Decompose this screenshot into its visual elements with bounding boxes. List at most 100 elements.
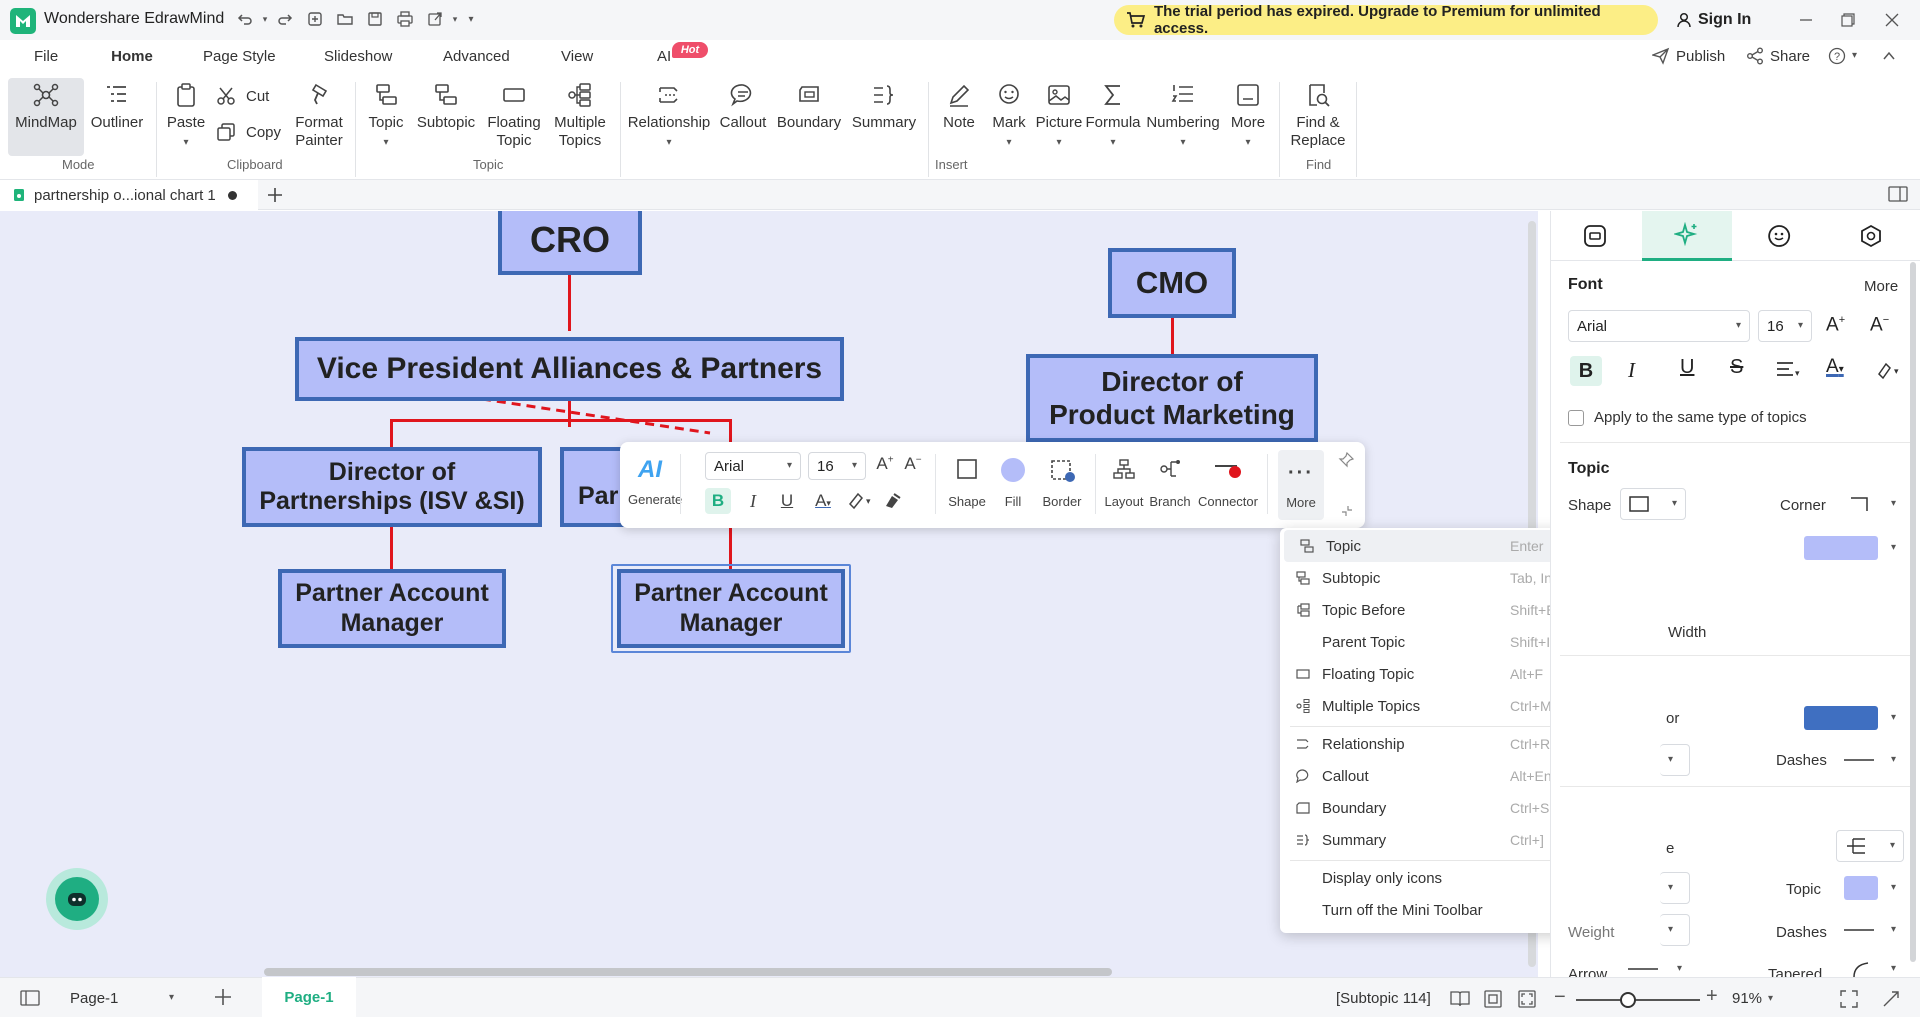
subtopic-button[interactable]: Subtopic: [412, 80, 480, 132]
select-partial[interactable]: ▾: [1660, 872, 1690, 904]
copy-button[interactable]: Copy: [216, 122, 281, 142]
collapse-toolbar-icon[interactable]: [1340, 504, 1354, 518]
font-more-link[interactable]: More: [1864, 278, 1898, 295]
open-folder-icon[interactable]: [334, 8, 356, 30]
corner-select[interactable]: ▾: [1842, 488, 1904, 520]
outliner-mode-button[interactable]: Outliner: [86, 80, 148, 132]
pin-icon[interactable]: [1338, 452, 1354, 468]
menu-view[interactable]: View: [561, 44, 593, 68]
boundary-button[interactable]: Boundary: [772, 80, 846, 132]
layout-button[interactable]: Layout: [1102, 458, 1146, 509]
horizontal-scrollbar[interactable]: [264, 968, 1112, 976]
formula-button[interactable]: Formula ▾: [1084, 80, 1142, 148]
topic-director-partnerships[interactable]: Director of Partnerships (ISV &SI): [242, 447, 542, 527]
trial-banner[interactable]: The trial period has expired. Upgrade to…: [1114, 3, 1658, 37]
branch-button[interactable]: Branch: [1148, 458, 1192, 509]
publish-button[interactable]: Publish: [1652, 46, 1725, 66]
new-tab-icon[interactable]: [264, 184, 286, 206]
book-view-icon[interactable]: [1450, 990, 1470, 1008]
fullscreen-icon[interactable]: [1840, 990, 1858, 1008]
customize-quick-access-icon[interactable]: ▾: [460, 8, 482, 30]
shrink-font-icon[interactable]: A−: [902, 454, 924, 474]
mini-font-select[interactable]: Arial ▾: [705, 452, 801, 480]
panel-bold-icon[interactable]: B: [1570, 356, 1602, 386]
fill-button[interactable]: Fill: [992, 458, 1034, 509]
branch-style-select[interactable]: ▾: [1836, 830, 1904, 862]
zoom-out-icon[interactable]: −: [1554, 986, 1566, 1009]
minimize-icon[interactable]: [1794, 8, 1818, 32]
relationship-button[interactable]: Relationship ▾: [624, 80, 714, 148]
print-icon[interactable]: [394, 8, 416, 30]
topic-partner-account-manager[interactable]: Partner Account Manager: [278, 569, 506, 648]
panel-align-icon[interactable]: ▾: [1776, 360, 1802, 378]
page-tab[interactable]: Page-1: [262, 977, 356, 1017]
ai-generate-button[interactable]: AI Generate: [628, 450, 682, 516]
outline-panel-icon[interactable]: [20, 990, 40, 1006]
topic-color-select[interactable]: ▾: [1836, 872, 1904, 904]
numbering-button[interactable]: Numbering ▾: [1140, 80, 1226, 148]
menu-page-style[interactable]: Page Style: [203, 44, 276, 68]
sign-in-button[interactable]: Sign In: [1668, 5, 1760, 35]
zoom-level-select[interactable]: 91% ▾: [1732, 990, 1773, 1007]
export-icon[interactable]: [424, 8, 446, 30]
zoom-slider[interactable]: [1576, 999, 1700, 1001]
border-button[interactable]: Border: [1038, 458, 1086, 509]
more-insert-button[interactable]: More ▾: [1224, 80, 1272, 148]
ai-assistant-button[interactable]: [46, 868, 108, 930]
highlight-icon[interactable]: ▾: [846, 490, 878, 510]
undo-icon[interactable]: [234, 8, 256, 30]
menu-slideshow[interactable]: Slideshow: [324, 44, 392, 68]
panel-size-select[interactable]: 16 ▾: [1758, 310, 1812, 342]
panel-strikethrough-icon[interactable]: S: [1730, 356, 1743, 379]
format-painter-button[interactable]: Format Painter: [288, 80, 350, 150]
restore-icon[interactable]: [1836, 8, 1860, 32]
width-select-partial[interactable]: ▾: [1660, 744, 1690, 776]
dashes-select-2[interactable]: ▾: [1836, 914, 1904, 946]
apply-same-checkbox[interactable]: [1568, 410, 1584, 426]
tab-ai-format[interactable]: [1642, 211, 1732, 261]
line-color-select[interactable]: ▾: [1796, 702, 1904, 734]
share-button[interactable]: Share: [1746, 46, 1810, 66]
mindmap-mode-button[interactable]: MindMap: [12, 80, 80, 132]
fit-page-icon[interactable]: [1484, 990, 1502, 1008]
add-page-icon[interactable]: [214, 988, 232, 1006]
topic-director-product-marketing[interactable]: Director of Product Marketing: [1026, 354, 1318, 442]
mini-more-button[interactable]: ··· More: [1278, 450, 1324, 520]
dashes-select[interactable]: ▾: [1836, 744, 1904, 776]
summary-button[interactable]: Summary: [846, 80, 922, 132]
topic-button[interactable]: Topic ▾: [360, 80, 412, 148]
grow-font-icon[interactable]: A+: [1826, 314, 1845, 336]
tapered-select[interactable]: ▾: [1844, 960, 1904, 978]
redo-icon[interactable]: [274, 8, 296, 30]
callout-button[interactable]: Callout: [716, 80, 770, 132]
weight-select-partial[interactable]: ▾: [1660, 914, 1690, 946]
connector-button[interactable]: Connector: [1195, 458, 1261, 509]
menu-advanced[interactable]: Advanced: [443, 44, 510, 68]
panel-toggle-icon[interactable]: [1888, 186, 1908, 204]
fill-color-select[interactable]: ▾: [1796, 532, 1904, 564]
topic-partner-account-manager-selected[interactable]: Partner Account Manager: [617, 569, 845, 648]
floating-topic-button[interactable]: Floating Topic: [480, 80, 548, 150]
expand-statusbar-icon[interactable]: [1882, 990, 1900, 1008]
page-select[interactable]: Page-1 ▾: [58, 984, 186, 1012]
panel-italic-icon[interactable]: I: [1628, 358, 1635, 383]
tab-style[interactable]: [1550, 211, 1640, 261]
font-color-icon[interactable]: A▾: [808, 488, 838, 516]
tab-icons[interactable]: [1734, 211, 1824, 261]
topic-cro[interactable]: CRO: [498, 211, 642, 275]
shrink-font-icon[interactable]: A−: [1870, 314, 1889, 336]
topic-cmo[interactable]: CMO: [1108, 248, 1236, 318]
close-window-icon[interactable]: [1880, 8, 1904, 32]
menu-file[interactable]: File: [34, 44, 58, 68]
collapse-ribbon-icon[interactable]: [1882, 46, 1896, 66]
shape-select[interactable]: ▾: [1620, 488, 1686, 520]
topic-vp-alliances[interactable]: Vice President Alliances & Partners: [295, 337, 844, 401]
find-replace-button[interactable]: Find & Replace: [1286, 80, 1350, 150]
multiple-topics-button[interactable]: Multiple Topics: [546, 80, 614, 150]
panel-font-color-icon[interactable]: A▾: [1826, 356, 1844, 378]
panel-highlight-icon[interactable]: ▾: [1876, 360, 1906, 380]
clear-format-icon[interactable]: [882, 490, 908, 510]
paste-button[interactable]: Paste ▾: [160, 80, 212, 148]
menu-ai[interactable]: AI: [657, 44, 671, 68]
picture-button[interactable]: Picture ▾: [1034, 80, 1084, 148]
